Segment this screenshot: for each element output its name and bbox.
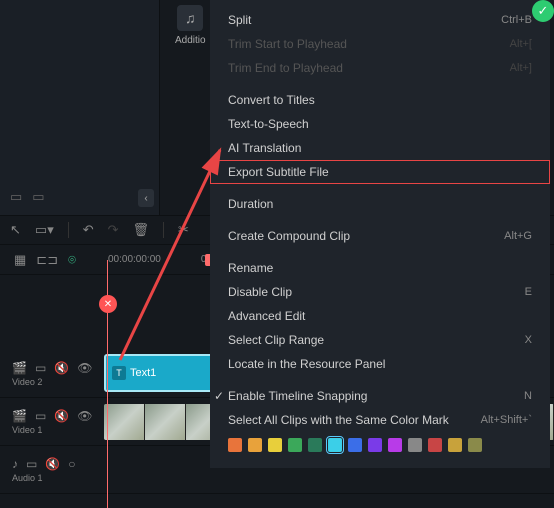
color-swatch[interactable] <box>348 438 362 452</box>
marker-handle[interactable]: ✕ <box>99 295 117 313</box>
color-swatch[interactable] <box>408 438 422 452</box>
magnet-icon[interactable]: ⌾ <box>68 252 76 268</box>
timecode: 00:00:00:00 <box>108 254 161 265</box>
video-icon[interactable]: 🎬 <box>12 361 27 375</box>
solo-icon[interactable]: ○ <box>68 457 75 471</box>
color-swatch[interactable] <box>388 438 402 452</box>
cut-icon[interactable]: ✂ <box>178 222 189 238</box>
lock-icon[interactable]: ▭ <box>35 361 46 375</box>
clip-label: Text1 <box>130 367 156 379</box>
mute-icon[interactable]: 🔇 <box>54 361 69 375</box>
color-swatch[interactable] <box>308 438 322 452</box>
color-swatch[interactable] <box>248 438 262 452</box>
mute-icon[interactable]: 🔇 <box>45 457 60 471</box>
context-menu: SplitCtrl+B Trim Start to PlayheadAlt+[ … <box>210 0 550 468</box>
folder-open-icon[interactable]: ▭ <box>32 189 44 205</box>
menu-advanced-edit[interactable]: Advanced Edit <box>210 304 550 328</box>
color-swatch[interactable] <box>268 438 282 452</box>
menu-locate-resource[interactable]: Locate in the Resource Panel <box>210 352 550 376</box>
left-panel: ▭ ▭ ‹ <box>0 0 160 215</box>
link-icon[interactable]: ⊏⊐ <box>36 252 58 268</box>
lock-icon[interactable]: ▭ <box>26 457 37 471</box>
color-swatch[interactable] <box>328 438 342 452</box>
menu-split[interactable]: SplitCtrl+B <box>210 8 550 32</box>
menu-trim-end: Trim End to PlayheadAlt+] <box>210 56 550 80</box>
track-view-icon[interactable]: ▦ <box>14 252 26 268</box>
menu-trim-start: Trim Start to PlayheadAlt+[ <box>210 32 550 56</box>
menu-ai-translation[interactable]: AI Translation <box>210 136 550 160</box>
success-badge: ✓ <box>532 0 554 22</box>
select-tool-icon[interactable]: ▭▾ <box>35 222 54 238</box>
redo-icon[interactable]: ↷ <box>108 222 119 238</box>
undo-icon[interactable]: ↶ <box>83 222 94 238</box>
panel-label: Additio <box>175 35 206 46</box>
audio-icon[interactable]: ♪ <box>12 457 18 471</box>
video-icon[interactable]: 🎬 <box>12 409 27 423</box>
menu-duration[interactable]: Duration <box>210 192 550 216</box>
music-icon[interactable]: ♫ <box>177 5 203 31</box>
collapse-button[interactable]: ‹ <box>138 189 154 207</box>
lock-icon[interactable]: ▭ <box>35 409 46 423</box>
color-swatch[interactable] <box>288 438 302 452</box>
track-label: Video 1 <box>12 425 100 435</box>
track-label: Audio 1 <box>12 473 100 483</box>
menu-snapping[interactable]: ✓Enable Timeline SnappingN <box>210 384 550 408</box>
menu-disable-clip[interactable]: Disable ClipE <box>210 280 550 304</box>
color-mark-row <box>210 432 550 458</box>
folder-icon[interactable]: ▭ <box>10 189 22 205</box>
menu-tts[interactable]: Text-to-Speech <box>210 112 550 136</box>
delete-icon[interactable]: 🗑 <box>133 222 150 238</box>
mute-icon[interactable]: 🔇 <box>54 409 69 423</box>
text-icon: T <box>112 366 126 380</box>
color-swatch[interactable] <box>368 438 382 452</box>
menu-convert-titles[interactable]: Convert to Titles <box>210 88 550 112</box>
color-swatch[interactable] <box>228 438 242 452</box>
menu-export-subtitle[interactable]: Export Subtitle File <box>210 160 550 184</box>
track-label: Video 2 <box>12 377 100 387</box>
cursor-tool-icon[interactable]: ↖ <box>10 222 21 238</box>
visibility-icon[interactable]: 👁 <box>77 409 92 423</box>
color-swatch[interactable] <box>428 438 442 452</box>
color-swatch[interactable] <box>448 438 462 452</box>
color-swatch[interactable] <box>468 438 482 452</box>
menu-select-same-color[interactable]: Select All Clips with the Same Color Mar… <box>210 408 550 432</box>
menu-compound-clip[interactable]: Create Compound ClipAlt+G <box>210 224 550 248</box>
menu-select-range[interactable]: Select Clip RangeX <box>210 328 550 352</box>
menu-rename[interactable]: Rename <box>210 256 550 280</box>
visibility-icon[interactable]: 👁 <box>77 361 92 375</box>
